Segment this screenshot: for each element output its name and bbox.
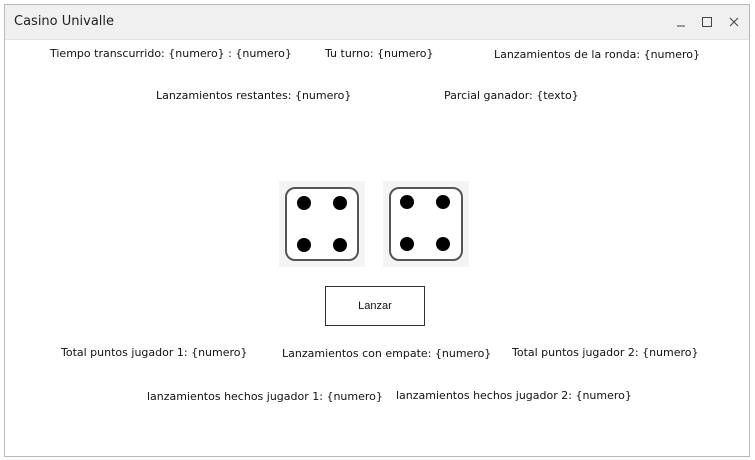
pip (297, 196, 311, 210)
throws-player1-label: lanzamientos hechos jugador 1: {numero} (147, 390, 383, 403)
pip (436, 195, 450, 209)
minimize-icon (677, 25, 685, 27)
maximize-button[interactable] (695, 10, 719, 34)
pip (333, 238, 347, 252)
app-window: Casino Univalle Tiempo transcurrido: {nu… (4, 4, 750, 457)
pip (333, 196, 347, 210)
title-bar: Casino Univalle (5, 5, 749, 40)
close-icon (729, 17, 739, 27)
total-points-player2-label: Total puntos jugador 2: {numero} (512, 346, 699, 359)
pip (400, 237, 414, 251)
tie-throws-label: Lanzamientos con empate: {numero} (282, 347, 492, 360)
round-throws-label: Lanzamientos de la ronda: {numero} (494, 48, 701, 61)
close-button[interactable] (722, 10, 746, 34)
throws-player2-label: lanzamientos hechos jugador 2: {numero} (396, 389, 632, 402)
die-2 (383, 181, 469, 267)
window-title: Casino Univalle (14, 14, 115, 29)
elapsed-time-label: Tiempo transcurrido: {numero} : {numero} (50, 47, 292, 60)
pip (297, 238, 311, 252)
pip (436, 237, 450, 251)
pip (400, 195, 414, 209)
remaining-throws-label: Lanzamientos restantes: {numero} (156, 89, 352, 102)
dice-four-icon (285, 187, 359, 261)
roll-button[interactable]: Lanzar (325, 286, 425, 326)
die-1 (279, 181, 365, 267)
total-points-player1-label: Total puntos jugador 1: {numero} (61, 346, 248, 359)
minimize-button[interactable] (669, 10, 693, 34)
partial-winner-label: Parcial ganador: {texto} (444, 89, 579, 102)
dice-four-icon (389, 187, 463, 261)
maximize-icon (702, 17, 712, 27)
your-turn-label: Tu turno: {numero} (325, 47, 434, 60)
